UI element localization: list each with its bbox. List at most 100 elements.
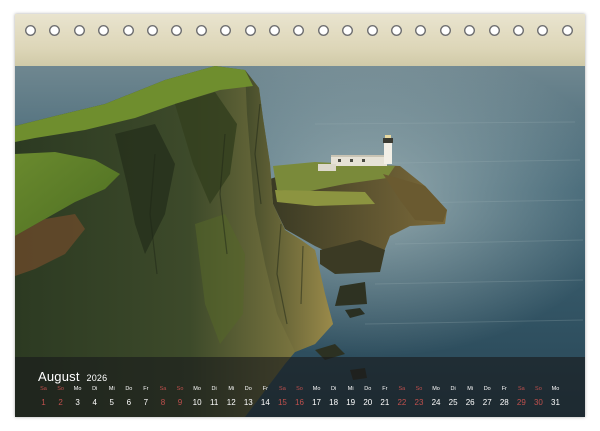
day-number: 3	[75, 398, 80, 407]
month-year: 2026	[86, 373, 108, 383]
weekday-label: Di	[92, 386, 98, 392]
day-number: 5	[109, 398, 114, 407]
day-number: 12	[226, 398, 236, 407]
month-title: August 2026	[38, 369, 107, 384]
calendar-day: Fr 21	[376, 386, 393, 409]
spiral-binding	[15, 14, 585, 48]
calendar-day: Do 13	[240, 386, 257, 409]
day-number: 10	[192, 398, 202, 407]
day-number: 21	[380, 398, 390, 407]
weekday-label: Sa	[159, 386, 167, 392]
binding-ring-icon	[122, 25, 134, 36]
binding-ring-icon	[25, 25, 36, 36]
day-number: 22	[397, 398, 407, 407]
calendar-day: Do 6	[120, 386, 137, 409]
weekday-label: Fr	[501, 386, 507, 392]
weekday-label: Do	[125, 386, 133, 392]
binding-ring-icon	[513, 25, 524, 36]
calendar-day: Sa 1	[35, 386, 52, 409]
day-number: 24	[431, 398, 441, 407]
day-number: 14	[260, 398, 270, 407]
day-number: 29	[516, 398, 526, 407]
day-number: 1	[41, 398, 46, 407]
weekday-label: Sa	[40, 386, 47, 392]
weekday-label: Sa	[398, 386, 406, 392]
calendar-day: Do 27	[479, 386, 496, 409]
binding-ring-icon	[537, 25, 549, 36]
binding-ring-icon	[464, 25, 476, 36]
day-number: 18	[329, 398, 339, 407]
weekday-label: Mo	[73, 386, 82, 392]
day-number: 13	[243, 398, 253, 407]
calendar-day: Mo 3	[69, 386, 86, 409]
calendar-day: Fr 7	[137, 386, 154, 409]
month-name: August	[38, 369, 80, 384]
binding-ring-icon	[366, 25, 378, 36]
calendar-page: August 2026 Sa 1 So 2 Mo 3 Di 4 Mi 5 Do 6 Fr 7 Sa 8 So 9 M…	[15, 14, 585, 417]
weekday-label: Mi	[467, 386, 474, 392]
calendar-day: Di 4	[86, 386, 103, 409]
day-number: 23	[414, 398, 424, 407]
binding-ring-icon	[147, 25, 158, 36]
calendar-day: Mi 26	[462, 386, 479, 409]
calendar-day: Mi 5	[103, 386, 120, 409]
binding-ring-icon	[244, 25, 256, 36]
day-number: 20	[363, 398, 373, 407]
calendar-day: Mo 10	[189, 386, 206, 409]
calendar-day: So 16	[291, 386, 308, 409]
weekday-label: Sa	[517, 386, 525, 392]
day-number: 16	[295, 398, 304, 407]
calendar-day: Fr 28	[496, 386, 513, 409]
calendar-day: Di 11	[206, 386, 223, 409]
day-number: 11	[210, 398, 219, 407]
weekday-label: Fr	[382, 386, 388, 392]
day-number: 4	[92, 398, 97, 407]
weekday-label: Fr	[143, 386, 149, 392]
weekday-label: So	[535, 386, 542, 392]
binding-ring-icon	[269, 25, 280, 36]
weekday-label: Mi	[228, 386, 235, 392]
weekday-label: Mo	[551, 386, 560, 392]
calendar-day: So 9	[172, 386, 189, 409]
calendar-day: Mi 19	[342, 386, 359, 409]
calendar-day: Mo 17	[308, 386, 325, 409]
calendar-day: Sa 15	[274, 386, 291, 409]
calendar-days: Sa 1 So 2 Mo 3 Di 4 Mi 5 Do 6 Fr 7 Sa 8 So 9 Mo 10 Di 11 Mi 12 D…	[15, 386, 585, 412]
weekday-label: Fr	[262, 386, 268, 392]
day-number: 27	[482, 398, 492, 407]
calendar-day: So 23	[410, 386, 427, 409]
day-number: 26	[465, 398, 475, 407]
binding-ring-icon	[561, 25, 573, 36]
day-number: 9	[177, 398, 183, 407]
weekday-label: Mi	[108, 386, 115, 392]
calendar-day: So 30	[530, 386, 547, 409]
day-number: 19	[346, 398, 356, 407]
day-number: 31	[551, 398, 560, 407]
calendar-day: Mi 12	[223, 386, 240, 409]
calendar-day: Mo 24	[428, 386, 445, 409]
weekday-label: Mi	[347, 386, 354, 392]
binding-ring-icon	[73, 25, 85, 36]
day-number: 17	[312, 398, 322, 407]
weekday-label: Di	[450, 386, 456, 392]
weekday-label: Mo	[193, 386, 201, 392]
day-number: 15	[277, 398, 287, 407]
weekday-label: Di	[211, 386, 217, 392]
day-number: 8	[160, 398, 166, 407]
binding-ring-icon	[415, 25, 427, 36]
day-number: 25	[448, 398, 458, 407]
calendar-day: So 2	[52, 386, 69, 409]
day-number: 30	[533, 398, 543, 407]
binding-ring-icon	[220, 25, 232, 36]
calendar-day: Do 20	[359, 386, 376, 409]
binding-ring-icon	[49, 25, 61, 36]
binding-ring-icon	[317, 25, 329, 36]
day-number: 28	[499, 398, 509, 407]
calendar-day: Sa 22	[393, 386, 410, 409]
binding-ring-icon	[391, 25, 402, 36]
weekday-label: So	[176, 386, 184, 392]
weekday-label: Do	[244, 386, 252, 392]
binding-ring-icon	[195, 25, 207, 36]
weekday-label: Do	[483, 386, 491, 392]
day-number: 6	[126, 398, 132, 407]
